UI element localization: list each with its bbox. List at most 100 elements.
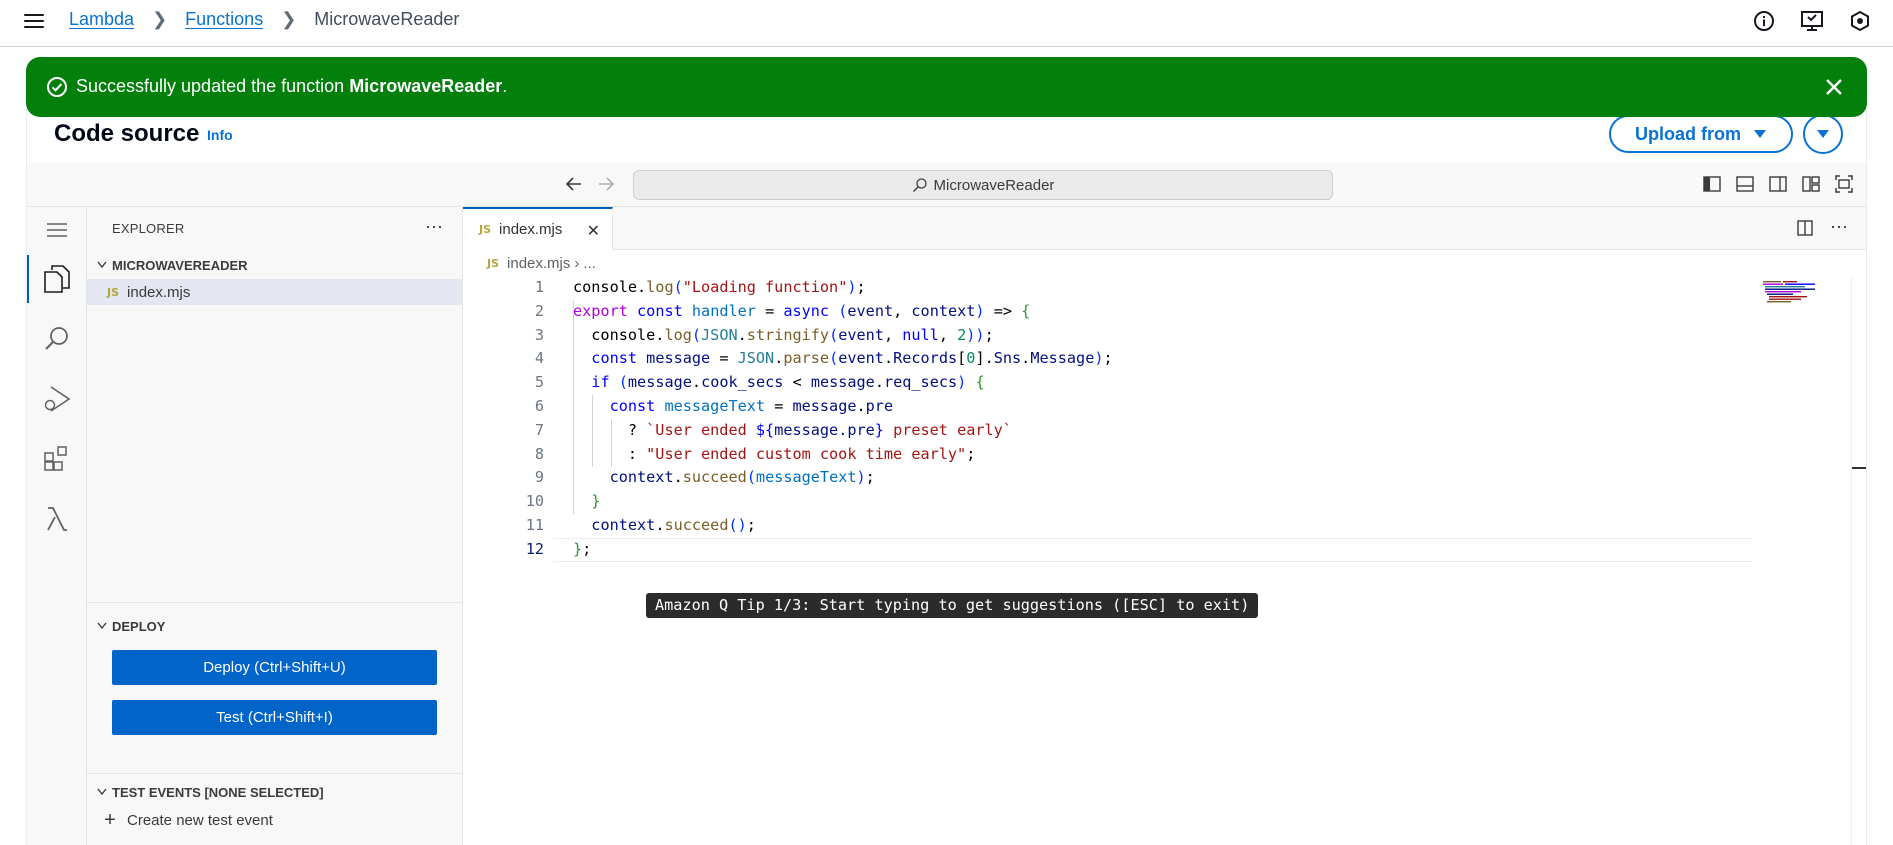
breadcrumb-lambda[interactable]: Lambda [69, 9, 134, 30]
toggle-panel-icon[interactable] [1735, 174, 1755, 194]
code-text: const messageText = message.pre [609, 396, 894, 415]
editor-breadcrumb: JS index.mjs › ... [463, 251, 596, 275]
upload-from-button[interactable]: Upload from [1609, 115, 1793, 153]
explorer-sidebar: EXPLORER ⋯ MICROWAVEREADER JS index.mjs … [87, 207, 463, 845]
back-arrow-icon[interactable] [563, 173, 585, 195]
panel-title: Code source [54, 120, 200, 147]
code-text: context.succeed(); [591, 515, 756, 534]
line-number: 3 [534, 325, 544, 344]
chevron-right-icon: ❯ [281, 9, 297, 29]
line-number: 11 [525, 515, 544, 534]
code-source-panel: Code source Info Upload from MicrowaveRe… [26, 108, 1867, 845]
minimap[interactable] [1763, 280, 1827, 304]
lambda-icon[interactable] [40, 502, 74, 536]
line-number: 10 [525, 492, 544, 511]
test-events-section-header[interactable]: TEST EVENTS [NONE SELECTED] [87, 780, 463, 804]
deploy-button[interactable]: Deploy (Ctrl+Shift+U) [112, 650, 437, 685]
split-editor-icon[interactable] [1796, 219, 1814, 242]
folder-name: MICROWAVEREADER [112, 257, 248, 273]
line-number: 12 [525, 539, 544, 558]
deploy-section-header[interactable]: DEPLOY [87, 614, 463, 638]
code-line[interactable]: 1 console.log("Loading function"); [463, 276, 1753, 300]
code-text: context.succeed(messageText); [609, 468, 875, 487]
js-file-icon: JS [479, 223, 492, 236]
search-icon [912, 178, 927, 192]
code-text: }; [573, 539, 592, 558]
file-name: index.mjs [127, 283, 191, 301]
code-line[interactable]: 10 } [463, 490, 1753, 514]
code-editor-ide: MicrowaveReader EXPLORER ⋯ MICROWAVEREAD… [27, 163, 1866, 845]
tab-index-mjs[interactable]: JS index.mjs ✕ [463, 207, 613, 250]
search-icon[interactable] [40, 322, 74, 356]
activity-bar [27, 207, 87, 845]
more-icon[interactable]: ⋯ [425, 217, 443, 238]
feedback-icon[interactable] [1799, 8, 1825, 34]
ide-title-bar: MicrowaveReader [27, 163, 1866, 207]
breadcrumb-more[interactable]: ... [583, 255, 596, 272]
check-circle-icon [46, 76, 68, 103]
vertical-scrollbar[interactable] [1851, 276, 1852, 845]
menu-icon[interactable] [40, 213, 74, 247]
maximize-icon[interactable] [1834, 174, 1854, 194]
more-actions-button[interactable] [1803, 114, 1843, 154]
explorer-title: EXPLORER [112, 221, 185, 236]
code-line[interactable]: 9 context.succeed(messageText); [463, 466, 1753, 490]
close-icon[interactable]: ✕ [587, 221, 600, 241]
explorer-files-icon[interactable] [27, 255, 74, 303]
line-number: 1 [534, 278, 544, 296]
success-flash-banner: Successfully updated the function Microw… [26, 57, 1867, 117]
run-debug-icon[interactable] [40, 382, 74, 416]
folder-section-header[interactable]: MICROWAVEREADER [87, 253, 463, 277]
editor-tab-bar: JS index.mjs ✕ ⋯ [463, 207, 1866, 250]
chevron-down-icon [92, 788, 112, 796]
info-link[interactable]: Info [207, 127, 233, 143]
toggle-secondary-sidebar-icon[interactable] [1768, 174, 1788, 194]
plus-icon: + [104, 809, 116, 831]
code-line[interactable]: 4 const message = JSON.parse(event.Recor… [463, 347, 1753, 371]
line-number: 4 [534, 349, 544, 368]
chevron-right-icon: ❯ [152, 9, 168, 29]
scrollbar-cursor-mark [1852, 467, 1866, 469]
line-number: 6 [534, 396, 544, 415]
toggle-primary-sidebar-icon[interactable] [1702, 174, 1722, 194]
code-line[interactable]: 7 ? `User ended ${message.pre} preset ea… [463, 419, 1753, 443]
code-line[interactable]: 8 : "User ended custom cook time early"; [463, 443, 1753, 467]
test-button[interactable]: Test (Ctrl+Shift+I) [112, 700, 437, 735]
info-icon[interactable] [1751, 8, 1777, 34]
breadcrumb-functions[interactable]: Functions [185, 9, 263, 30]
chevron-right-icon: › [574, 254, 580, 272]
more-icon[interactable]: ⋯ [1830, 218, 1848, 242]
menu-icon[interactable] [24, 10, 46, 30]
caret-down-icon [1817, 130, 1829, 138]
code-editor[interactable]: 1 console.log("Loading function"); 2 export… [463, 276, 1753, 562]
command-center-search[interactable]: MicrowaveReader [633, 170, 1333, 200]
code-text: const message = JSON.parse(event.Records… [591, 349, 1113, 368]
code-line[interactable]: 5 if (message.cook_secs < message.req_se… [463, 371, 1753, 395]
line-number: 9 [534, 468, 544, 487]
close-icon[interactable] [1821, 74, 1847, 100]
chevron-down-icon [92, 622, 112, 630]
forward-arrow-icon[interactable] [595, 173, 617, 195]
deploy-section-title: DEPLOY [112, 618, 166, 634]
code-text: export const handler = async (event, con… [573, 301, 1031, 320]
line-number: 5 [534, 373, 544, 392]
customize-layout-icon[interactable] [1801, 174, 1821, 194]
top-navigation-bar: Lambda ❯ Functions ❯ MicrowaveReader [0, 0, 1893, 47]
code-text: : "User ended custom cook time early"; [573, 444, 976, 463]
settings-hex-icon[interactable] [1847, 8, 1873, 34]
code-line[interactable]: 12}; [463, 537, 1753, 562]
flash-message: Successfully updated the function Microw… [76, 76, 507, 97]
create-test-event-item[interactable]: + Create new test event [101, 809, 273, 832]
chevron-down-icon [92, 261, 112, 269]
code-line[interactable]: 2 export const handler = async (event, co… [463, 300, 1753, 324]
extensions-icon[interactable] [40, 442, 74, 476]
code-text: console.log(JSON.stringify(event, null, … [573, 325, 994, 344]
breadcrumb-file[interactable]: index.mjs [507, 255, 570, 272]
file-item-index-mjs[interactable]: JS index.mjs [87, 279, 462, 305]
js-file-icon: JS [107, 285, 120, 299]
code-line[interactable]: 11 context.succeed(); [463, 514, 1753, 538]
code-text: ? `User ended ${message.pre} preset earl… [573, 420, 1012, 439]
code-line[interactable]: 3 console.log(JSON.stringify(event, null… [463, 324, 1753, 348]
code-line[interactable]: 6 const messageText = message.pre [463, 395, 1753, 419]
upload-from-label: Upload from [1635, 123, 1741, 144]
